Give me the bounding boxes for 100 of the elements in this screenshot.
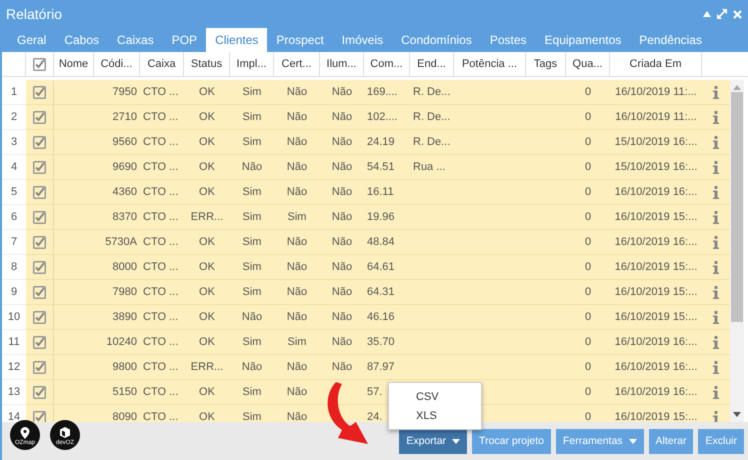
table-cell: CTO ...: [143, 411, 178, 422]
checked-checkbox[interactable]: [33, 236, 46, 248]
window-title: Relatório: [6, 6, 62, 22]
menu-item[interactable]: CSV: [389, 387, 481, 406]
table-row[interactable]: 7950 CTO ... OK Sim Não Não 169.... R. De... 0 16/10/2019 11:...: [26, 80, 730, 105]
column-header[interactable]: Tags: [534, 58, 558, 70]
table-row[interactable]: 7980 CTO ... OK Sim Não Não 64.31 0 16/10/2019 15:...: [26, 280, 730, 305]
info-icon[interactable]: [713, 186, 719, 198]
table-cell: 16/10/2019 15:...: [614, 261, 698, 273]
column-header[interactable]: Cert...: [282, 58, 312, 70]
table-cell: Sim: [242, 286, 262, 298]
table-row[interactable]: 2710 CTO ... OK Sim Não Não 102.... R. De... 0 16/10/2019 11:...: [26, 105, 730, 130]
table-cell: 0: [584, 261, 592, 273]
toolbar-button[interactable]: Exportar: [399, 428, 468, 454]
table-cell: 16/10/2019 16:...: [614, 186, 698, 198]
menu-item[interactable]: XLS: [389, 406, 481, 425]
table-cell: 8090: [112, 411, 137, 422]
checked-checkbox[interactable]: [33, 360, 46, 374]
table-cell: 0: [584, 311, 592, 323]
table-cell: CTO ...: [143, 361, 178, 373]
close-icon[interactable]: [733, 10, 742, 18]
table-cell: OK: [199, 311, 215, 323]
info-icon[interactable]: [713, 160, 719, 174]
column-header[interactable]: Impl...: [236, 58, 266, 70]
table-cell: CTO ...: [143, 111, 178, 123]
table-cell: 16/10/2019 16:...: [614, 236, 698, 248]
caret-icon: [628, 438, 637, 444]
table-cell: Não: [286, 311, 308, 323]
table-cell: Não: [332, 261, 352, 273]
info-icon[interactable]: [713, 386, 719, 398]
column-header[interactable]: Qua...: [572, 58, 602, 70]
table-row[interactable]: 3890 CTO ... OK Não Não Não 46.16 0 16/10/2019 15:...: [26, 305, 730, 330]
column-header[interactable]: Nome: [58, 58, 88, 70]
table-cell: OK: [199, 336, 215, 348]
table-cell: 5730A: [105, 236, 137, 248]
table-cell: 15/10/2019 16:...: [614, 161, 698, 173]
table-cell: Rua ...: [413, 161, 446, 173]
info-icon[interactable]: [713, 136, 719, 148]
tab[interactable]: Clientes: [206, 28, 268, 52]
column-header[interactable]: End...: [417, 58, 446, 70]
table-row[interactable]: 5730A CTO ... OK Sim Não Não 48.84 0 16/10/2019 16:...: [26, 230, 730, 255]
checked-checkbox[interactable]: [33, 58, 46, 70]
column-header[interactable]: Ilum...: [326, 58, 356, 70]
table-cell: 8370: [112, 211, 137, 223]
column-header[interactable]: Códi...: [100, 58, 132, 70]
table-row[interactable]: 8370 CTO ... ERR... Sim Sim Não 19.96 0 16/10/2019 15:...: [26, 205, 730, 230]
checked-checkbox[interactable]: [33, 136, 46, 148]
info-icon[interactable]: [713, 86, 719, 98]
column-header[interactable]: Potência ...: [462, 58, 518, 70]
table-row[interactable]: 4360 CTO ... OK Sim Não Não 16.11 0 16/10/2019 16:...: [26, 180, 730, 205]
table-cell: Sim: [242, 261, 262, 273]
table-cell: 16/10/2019 15:...: [614, 286, 698, 298]
checked-checkbox[interactable]: [33, 286, 46, 298]
info-icon[interactable]: [713, 260, 719, 274]
table-cell: 16/10/2019 16:...: [614, 386, 698, 398]
table-cell: OK: [199, 261, 215, 273]
table-row[interactable]: 10240 CTO ... OK Sim Sim Não 35.70 0 16/10/2019 16:...: [26, 330, 730, 355]
info-icon[interactable]: [713, 286, 719, 298]
info-icon[interactable]: [713, 210, 719, 224]
table-row[interactable]: 9800 CTO ... ERR... Não Não Não 87.97 0 16/10/2019 16:...: [26, 355, 730, 380]
table-cell: Não: [332, 286, 352, 298]
scroll-up-icon[interactable]: [733, 85, 741, 90]
table-cell: Não: [332, 236, 352, 248]
table-row[interactable]: 9690 CTO ... OK Não Não Não 54.51 Rua ... 0 15/10/2019 16:...: [26, 155, 730, 180]
column-header[interactable]: Criada Em: [630, 58, 682, 70]
info-icon[interactable]: [713, 310, 719, 324]
column-header[interactable]: Com...: [370, 58, 403, 70]
table-cell: 87.97: [367, 361, 395, 373]
table-cell: 0: [584, 361, 592, 373]
table-cell: CTO ...: [143, 186, 178, 198]
table-row[interactable]: 8000 CTO ... OK Sim Não Não 64.61 0 16/10/2019 15:...: [26, 255, 730, 280]
maximize-icon[interactable]: [717, 9, 727, 19]
checked-checkbox[interactable]: [33, 110, 46, 124]
info-icon[interactable]: [713, 336, 719, 348]
checked-checkbox[interactable]: [33, 86, 46, 98]
table-cell: Sim: [288, 211, 306, 223]
scroll-down-icon[interactable]: [733, 412, 741, 417]
scrollbar[interactable]: [730, 80, 744, 422]
checked-checkbox[interactable]: [33, 160, 46, 174]
table-cell: OK: [199, 161, 215, 173]
info-icon[interactable]: [713, 236, 719, 248]
table-cell: Não: [332, 136, 352, 148]
column-header[interactable]: Status: [190, 58, 222, 70]
checked-checkbox[interactable]: [33, 260, 46, 274]
info-icon[interactable]: [713, 110, 719, 124]
column-header[interactable]: Caixa: [147, 58, 176, 70]
info-icon[interactable]: [713, 360, 719, 374]
table-cell: CTO ...: [143, 136, 178, 148]
checked-checkbox[interactable]: [33, 386, 46, 398]
checked-checkbox[interactable]: [33, 410, 46, 422]
checked-checkbox[interactable]: [33, 310, 46, 324]
collapse-icon[interactable]: [703, 11, 711, 17]
table-cell: 7950: [112, 86, 137, 98]
checked-checkbox[interactable]: [33, 210, 46, 224]
checked-checkbox[interactable]: [33, 336, 46, 348]
checked-checkbox[interactable]: [33, 186, 46, 198]
table-cell: 102....: [367, 111, 398, 123]
table-row[interactable]: 9560 CTO ... OK Sim Não Não 24.19 R. De... 0 15/10/2019 16:...: [26, 130, 730, 155]
table-cell: 64.61: [367, 261, 395, 273]
table-cell: 16.11: [367, 186, 394, 198]
